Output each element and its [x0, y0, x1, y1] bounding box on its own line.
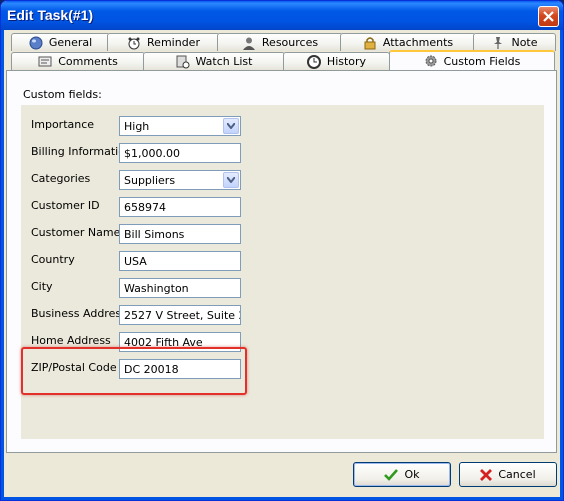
- cancel-button[interactable]: Cancel: [459, 462, 557, 487]
- field-label: Categories: [31, 172, 91, 185]
- zip-code-highlight-box: [21, 347, 247, 395]
- field-label: Business Address: [31, 307, 127, 320]
- tab-note[interactable]: Note: [473, 33, 556, 51]
- history-icon: [306, 54, 321, 69]
- gear-icon: [425, 55, 437, 67]
- pin-icon: [494, 36, 503, 49]
- tab-reminder[interactable]: Reminder: [107, 33, 220, 51]
- globe-icon: [29, 36, 43, 49]
- tab-label: History: [326, 55, 367, 68]
- close-button[interactable]: [538, 6, 559, 27]
- customer-name-field[interactable]: Bill Simons: [119, 224, 241, 244]
- field-label: Billing Information: [31, 145, 132, 158]
- window-frame-bottom: [1, 497, 563, 500]
- select-value: High: [124, 120, 150, 133]
- alarm-clock-icon: [128, 37, 140, 49]
- field-label: Customer Name: [31, 226, 121, 239]
- tab-watch-list[interactable]: Watch List: [143, 52, 285, 70]
- window-frame-left: [1, 30, 4, 500]
- cancel-x-icon: [480, 468, 493, 481]
- chevron-down-icon: [227, 177, 235, 183]
- field-label: Country: [31, 253, 75, 266]
- tab-label: Reminder: [147, 36, 200, 49]
- close-icon: [543, 11, 554, 22]
- custom-fields-panel: Custom fields: Importance High Billing I…: [6, 70, 557, 453]
- user-icon: [242, 37, 255, 50]
- tab-custom-fields[interactable]: Custom Fields: [389, 50, 555, 70]
- select-value: Suppliers: [124, 174, 176, 187]
- business-address-field[interactable]: 2527 V Street, Suite 25: [119, 305, 241, 325]
- ok-button-label: Ok: [404, 468, 420, 481]
- importance-select[interactable]: High: [119, 116, 241, 136]
- field-label: Importance: [31, 118, 95, 131]
- tab-label: Custom Fields: [443, 54, 521, 68]
- panel-caption: Custom fields:: [23, 88, 102, 101]
- dropdown-button[interactable]: [223, 172, 239, 188]
- title-bar[interactable]: Edit Task(#1): [1, 1, 563, 30]
- tab-general[interactable]: General: [11, 33, 110, 51]
- tab-label: Attachments: [382, 36, 454, 49]
- tab-label: General: [48, 36, 93, 49]
- tab-attachments[interactable]: Attachments: [340, 33, 476, 51]
- cancel-button-label: Cancel: [498, 468, 536, 481]
- watch-list-icon: [176, 55, 189, 68]
- tab-row-top: General Reminder Resources Attachments N…: [4, 33, 560, 51]
- tab-row-bottom: Comments Watch List History Custom Field…: [4, 50, 560, 70]
- tab-label: Resources: [261, 36, 319, 49]
- ok-button[interactable]: Ok: [353, 462, 451, 487]
- window-title: Edit Task(#1): [7, 7, 94, 23]
- tab-history[interactable]: History: [283, 52, 390, 70]
- checkmark-icon: [384, 468, 399, 481]
- customer-id-field[interactable]: 658974: [119, 197, 241, 217]
- field-label: City: [31, 280, 53, 293]
- edit-task-dialog: Edit Task(#1) General Reminder Resources…: [0, 0, 564, 501]
- city-field[interactable]: Washington: [119, 278, 241, 298]
- country-field[interactable]: USA: [119, 251, 241, 271]
- tab-resources[interactable]: Resources: [217, 33, 343, 51]
- tab-label: Note: [511, 36, 538, 49]
- categories-select[interactable]: Suppliers: [119, 170, 241, 190]
- chevron-down-icon: [227, 123, 235, 129]
- field-label: Customer ID: [31, 199, 100, 212]
- tab-comments[interactable]: Comments: [11, 52, 145, 70]
- dropdown-button[interactable]: [223, 118, 239, 134]
- window-frame-right: [560, 30, 563, 500]
- billing-information-field[interactable]: $1,000.00: [119, 143, 241, 163]
- tab-label: Comments: [58, 55, 118, 68]
- field-label: Home Address: [31, 334, 111, 347]
- tab-label: Watch List: [195, 55, 253, 68]
- comments-icon: [38, 56, 52, 66]
- lock-icon: [364, 36, 376, 49]
